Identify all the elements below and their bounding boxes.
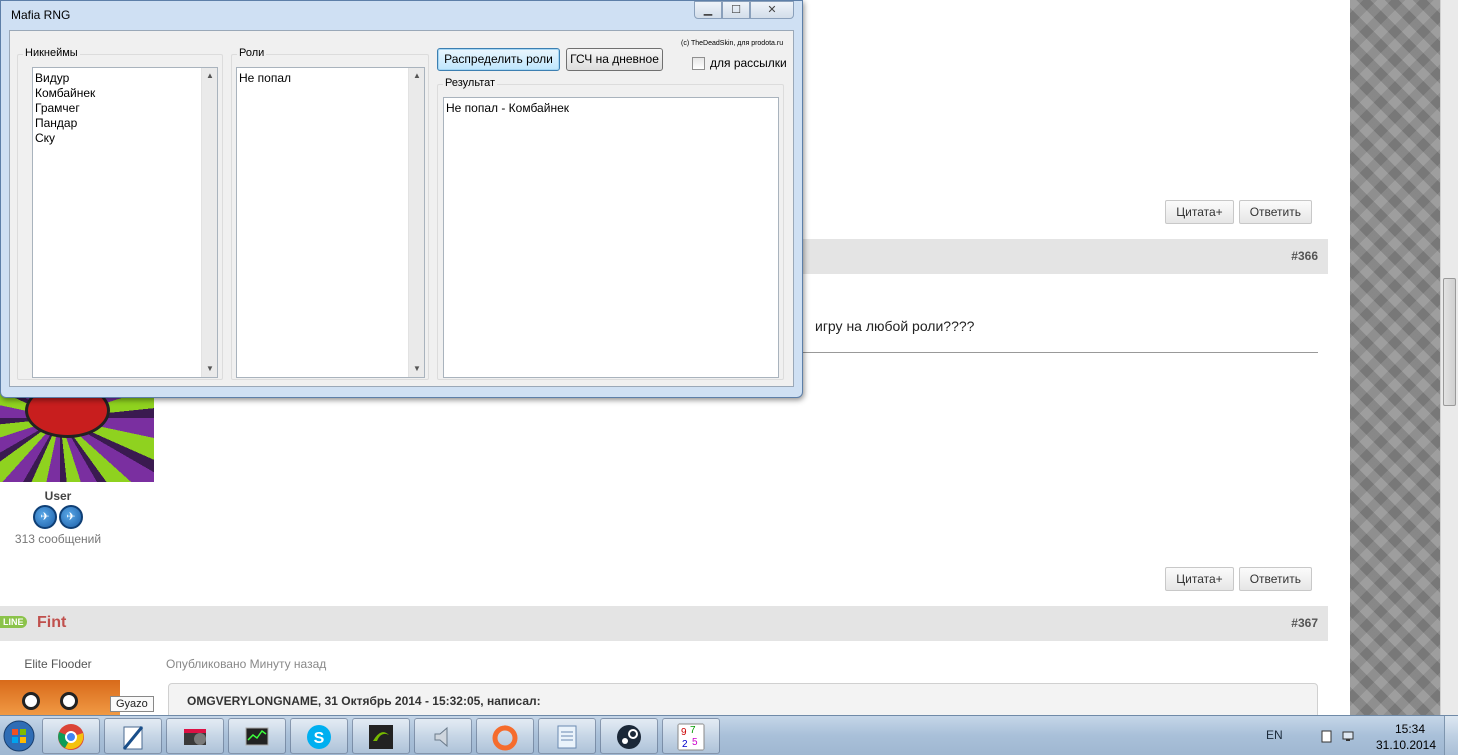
language-indicator[interactable]: EN: [1266, 728, 1283, 742]
user-post-count: 313 сообщений: [14, 532, 102, 546]
taskbar-skype[interactable]: S: [290, 718, 348, 754]
roles-list: Не попал: [239, 71, 291, 86]
quote-button[interactable]: Цитата+: [1165, 567, 1234, 591]
tooltip: Gyazo: [110, 696, 154, 712]
quote-block: OMGVERYLONGNAME, 31 Октябрь 2014 - 15:32…: [168, 683, 1318, 715]
window-client-area: Никнеймы Видур Комбайнек Грамчег Пандар Ску …: [9, 30, 794, 387]
nicknames-textbox[interactable]: Видур Комбайнек Грамчег Пандар Ску ▲ ▼: [32, 67, 218, 378]
window-title: Mafia RNG: [11, 8, 71, 22]
rng-app-icon: 9 7 2 5: [677, 723, 705, 751]
device-icon[interactable]: [1320, 729, 1334, 743]
author-title: Elite Flooder: [24, 657, 92, 671]
svg-text:9: 9: [681, 727, 687, 738]
user-name[interactable]: User: [0, 489, 116, 503]
scroll-up-icon[interactable]: ▲: [409, 68, 425, 84]
taskbar-volume[interactable]: [414, 718, 472, 754]
roles-group: Роли Не попал ▲ ▼: [231, 47, 429, 380]
taskbar-steam[interactable]: [600, 718, 658, 754]
scroll-down-icon[interactable]: ▼: [202, 361, 218, 377]
nicknames-list: Видур Комбайнек Грамчег Пандар Ску: [35, 71, 95, 146]
roles-scrollbar[interactable]: ▲ ▼: [408, 68, 424, 377]
post-number[interactable]: #366: [1291, 249, 1318, 263]
taskbar-notepad[interactable]: [104, 718, 162, 754]
page-scroll-thumb[interactable]: [1443, 278, 1456, 406]
svg-text:S: S: [314, 730, 325, 747]
quote-button[interactable]: Цитата+: [1165, 200, 1234, 224]
notepad2-icon: [557, 725, 577, 749]
scroll-up-icon[interactable]: ▲: [202, 68, 218, 84]
rank-badge-icon: ✈: [59, 505, 83, 529]
chrome-icon: [58, 724, 84, 750]
reply-button[interactable]: Ответить: [1238, 200, 1312, 224]
clock-date[interactable]: 31.10.2014: [1372, 738, 1440, 752]
window-controls: ▁ ☐ ✕: [694, 1, 794, 19]
user-rank-badges: ✈ ✈: [33, 505, 83, 529]
nicknames-label: Никнеймы: [23, 47, 80, 59]
taskbar-rng-app[interactable]: 9 7 2 5: [662, 718, 720, 754]
author-name[interactable]: Fint: [37, 614, 66, 632]
page-side-background: [1350, 0, 1440, 715]
minimize-button[interactable]: ▁: [694, 1, 722, 19]
post-number[interactable]: #367: [1291, 616, 1318, 630]
author-avatar[interactable]: [0, 680, 120, 715]
post-366-text: игру на любой роли????: [815, 318, 975, 334]
taskbar-chrome[interactable]: [42, 718, 100, 754]
taskbar-media-player[interactable]: [166, 718, 224, 754]
network-icon[interactable]: [1342, 729, 1356, 743]
distribute-roles-button[interactable]: Распределить роли: [437, 48, 560, 71]
nicknames-scrollbar[interactable]: ▲ ▼: [201, 68, 217, 377]
svg-text:2: 2: [682, 739, 688, 750]
taskbar: S 9 7 2 5 EN 15:34 31.10.2014: [0, 715, 1458, 755]
nickname-line: Грамчег: [35, 101, 80, 115]
origin-icon: [492, 725, 518, 751]
taskbar-task-manager[interactable]: [228, 718, 286, 754]
media-player-icon: [184, 729, 206, 745]
taskbar-origin[interactable]: [476, 718, 534, 754]
taskbar-notepad2[interactable]: [538, 718, 596, 754]
show-desktop-button[interactable]: [1444, 716, 1458, 755]
mailing-checkbox-label[interactable]: для рассылки: [710, 56, 787, 70]
nickname-line: Ску: [35, 131, 56, 145]
page-scrollbar[interactable]: [1440, 0, 1458, 715]
nickname-line: Комбайнек: [35, 86, 96, 100]
rank-badge-icon: ✈: [33, 505, 57, 529]
mafia-rng-window: Mafia RNG ▁ ☐ ✕ Никнеймы Видур Комбайнек Г…: [0, 0, 803, 398]
taskbar-nvidia[interactable]: [352, 718, 410, 754]
nvidia-icon: [369, 725, 393, 749]
online-badge: LINE: [0, 616, 27, 628]
close-button[interactable]: ✕: [750, 1, 794, 19]
rng-day-button[interactable]: ГСЧ на дневное: [566, 48, 663, 71]
result-line: Не попал - Комбайнек: [446, 101, 569, 115]
reply-button[interactable]: Ответить: [1238, 567, 1312, 591]
role-line: Не попал: [239, 71, 292, 85]
credit-text: (c) TheDeadSkin, для prodota.ru: [681, 40, 784, 47]
start-button-icon[interactable]: [2, 718, 36, 754]
svg-text:7: 7: [690, 725, 696, 736]
nicknames-group: Никнеймы Видур Комбайнек Грамчег Пандар Ску …: [17, 47, 223, 380]
task-manager-icon: [245, 727, 269, 746]
roles-label: Роли: [237, 47, 267, 59]
roles-textbox[interactable]: Не попал ▲ ▼: [236, 67, 425, 378]
maximize-button[interactable]: ☐: [722, 1, 750, 19]
quote-header: OMGVERYLONGNAME, 31 Октябрь 2014 - 15:32…: [187, 694, 541, 708]
notepad-icon: [122, 726, 144, 750]
scroll-down-icon[interactable]: ▼: [409, 361, 425, 377]
nickname-line: Видур: [35, 71, 70, 85]
nickname-line: Пандар: [35, 116, 78, 130]
post-header-367: LINE Fint #367: [0, 606, 1328, 641]
result-group: Результат Не попал - Комбайнек: [437, 77, 784, 380]
published-time: Опубликовано Минуту назад: [166, 657, 327, 671]
svg-text:5: 5: [692, 737, 698, 748]
post-366-actions: Цитата+ Ответить: [1165, 567, 1312, 591]
result-text: Не попал - Комбайнек: [446, 101, 569, 116]
result-label: Результат: [443, 77, 498, 89]
volume-mixer-icon: [434, 726, 448, 748]
post-365-actions: Цитата+ Ответить: [1165, 200, 1312, 224]
post-divider: [800, 352, 1318, 353]
result-textbox[interactable]: Не попал - Комбайнек: [443, 97, 779, 378]
skype-icon: S: [307, 725, 331, 749]
steam-icon: [617, 725, 641, 749]
clock-time[interactable]: 15:34: [1380, 722, 1440, 736]
mailing-checkbox[interactable]: [692, 57, 705, 70]
